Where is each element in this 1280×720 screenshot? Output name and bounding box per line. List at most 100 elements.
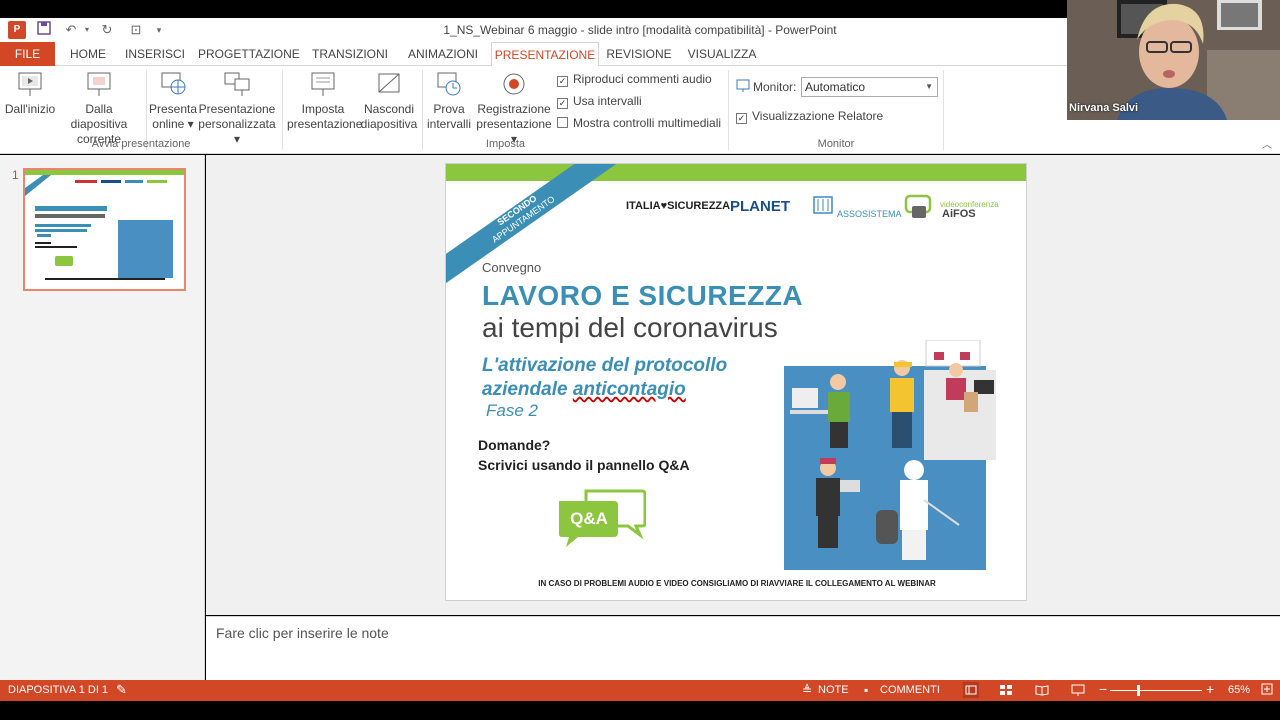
dalla-diapositiva-corrente-button[interactable]: Dalla diapositiva corrente [57, 70, 141, 147]
tab-inserisci[interactable]: INSERISCI [124, 42, 186, 66]
presenta-online-button[interactable]: Presenta online ▾ [148, 70, 198, 132]
slide-canvas[interactable]: SECONDO APPUNTAMENTO ITALIA♥SICUREZZA PL… [445, 163, 1027, 601]
mostra-controlli-checkbox[interactable]: Mostra controlli multimediali [557, 116, 721, 132]
qa-speech-bubble: Q&A [556, 489, 647, 551]
imposta-label-2: presentazione [287, 117, 363, 131]
slide-thumbnail-pane: 1 [0, 155, 205, 680]
redo-icon[interactable]: ↻ [98, 21, 116, 39]
workers-illustration [784, 339, 1004, 570]
ribbon-separator [282, 70, 283, 150]
present-online-icon [161, 72, 186, 95]
slide-footer-notice: IN CASO DI PROBLEMI AUDIO E VIDEO CONSIG… [538, 579, 936, 588]
relatore-label: Visualizzazione Relatore [752, 109, 884, 123]
registrazione-presentazione-button[interactable]: Registrazione presentazione ▾ [474, 70, 554, 147]
slide-title: LAVORO E SICUREZZA [482, 280, 804, 311]
group-avvia-presentazione: Avvia presentazione [91, 138, 191, 150]
prova-label-2: intervalli [426, 117, 471, 131]
tab-transizioni[interactable]: TRANSIZIONI [308, 42, 392, 66]
aifos-emblem-icon [904, 194, 932, 218]
presentazione-personalizzata-button[interactable]: Presentazione personalizzata ▾ [197, 70, 277, 147]
spell-check-icon[interactable]: ✎ [116, 682, 127, 698]
zoom-level[interactable]: 65% [1228, 684, 1250, 696]
mostra-controlli-label: Mostra controlli multimediali [573, 116, 722, 130]
save-icon[interactable] [35, 21, 53, 39]
protocol-line-2b: anticontagio [572, 379, 686, 400]
riproduci-commenti-audio-checkbox[interactable]: ✓ Riproduci commenti audio [557, 72, 712, 88]
checkbox-checked-icon: ✓ [557, 98, 568, 109]
zoom-out-icon[interactable]: − [1099, 681, 1107, 697]
presenta-online-label-1: Presenta [148, 102, 198, 116]
slide-questions-heading: Domande? [478, 437, 551, 453]
tab-home[interactable]: HOME [62, 42, 114, 66]
prova-label-1: Prova [433, 102, 465, 116]
prova-intervalli-button[interactable]: Prova intervalli [424, 70, 474, 132]
logo-aifos: AiFOS [942, 208, 976, 220]
notes-toggle-button[interactable]: NOTE [818, 684, 849, 696]
usa-intervalli-checkbox[interactable]: ✓ Usa intervalli [557, 94, 642, 110]
checkbox-unchecked-icon [557, 117, 568, 128]
start-from-beginning-icon[interactable]: ⊡ [127, 21, 145, 39]
slide-sorter-view-icon[interactable] [998, 682, 1014, 701]
personalizzata-label-1: Presentazione [198, 102, 276, 116]
start-from-current-slide-icon [87, 72, 111, 96]
visualizzazione-relatore-checkbox[interactable]: ✓ Visualizzazione Relatore [736, 109, 883, 125]
slide-number: 1 [12, 168, 19, 182]
commenti-audio-label: Riproduci commenti audio [573, 72, 712, 86]
slide-protocol-line-1: L'attivazione del protocollo [482, 355, 728, 376]
bottom-black-strip [0, 701, 1280, 720]
logo-italia-sicurezza: ITALIA♥SICUREZZA [626, 200, 731, 212]
slide-thumbnail[interactable] [23, 168, 186, 291]
tab-animazioni[interactable]: ANIMAZIONI [402, 42, 484, 66]
registrazione-label-1: Registrazione [477, 102, 551, 116]
tab-visualizza[interactable]: VISUALIZZA [683, 42, 761, 66]
slide-green-bar [446, 164, 1026, 181]
monitor-icon [736, 79, 750, 92]
ribbon-separator [728, 70, 729, 150]
status-bar: DIAPOSITIVA 1 DI 1 ✎ ≜ NOTE ▪ COMMENTI −… [0, 680, 1280, 701]
record-slide-show-icon [503, 73, 525, 95]
set-up-slide-show-icon [311, 72, 335, 96]
dall-inizio-button[interactable]: Dall'inizio [4, 70, 56, 117]
comments-toggle-button[interactable]: COMMENTI [880, 684, 940, 696]
customize-qat-icon[interactable]: ▾ [150, 21, 168, 39]
presenta-online-label-2: online ▾ [152, 117, 194, 131]
slide-show-view-icon[interactable] [1070, 682, 1086, 701]
assosistema-emblem-icon [813, 196, 833, 214]
notes-placeholder: Fare clic per inserire le note [216, 625, 389, 641]
group-monitor: Monitor [817, 138, 855, 150]
undo-dropdown-icon[interactable]: ▾ [78, 21, 96, 39]
rehearse-timings-icon [437, 72, 461, 96]
workers-illustration-icon [784, 339, 996, 570]
fit-to-window-icon[interactable] [1260, 682, 1274, 699]
nascondi-diapositiva-button[interactable]: Nascondi diapositiva [360, 70, 418, 132]
comments-icon[interactable]: ▪ [864, 683, 868, 697]
normal-view-icon[interactable] [963, 682, 979, 698]
tab-presentazione[interactable]: PRESENTAZIONE [491, 42, 599, 67]
notes-toggle-icon[interactable]: ≜ [802, 683, 812, 697]
zoom-slider-thumb[interactable] [1137, 685, 1140, 696]
notes-pane[interactable]: Fare clic per inserire le note [206, 616, 1280, 680]
slide-subtitle: ai tempi del coronavirus [482, 312, 778, 343]
tab-progettazione[interactable]: PROGETTAZIONE [198, 42, 300, 66]
protocol-line-2a: aziendale [482, 379, 573, 400]
imposta-label-1: Imposta [301, 102, 345, 116]
imposta-presentazione-button[interactable]: Imposta presentazione [287, 70, 363, 132]
window-title: 1_NS_Webinar 6 maggio - slide intro [mod… [443, 23, 837, 37]
monitor-select-value: Automatico [805, 80, 866, 94]
monitor-label: Monitor: [753, 80, 797, 94]
slide-fase: Fase 2 [486, 401, 538, 420]
monitor-select[interactable]: Automatico ▼ [801, 77, 938, 97]
tab-file[interactable]: FILE [0, 42, 55, 66]
qa-label: Q&A [570, 509, 608, 528]
slide-thumbnail-preview-icon [25, 170, 184, 280]
webcam-participant-name: Nirvana Salvi [1069, 102, 1139, 114]
zoom-in-icon[interactable]: + [1206, 681, 1214, 697]
hide-slide-icon [378, 73, 400, 93]
nascondi-label-1: Nascondi [363, 102, 415, 116]
collapse-ribbon-icon[interactable]: ︿ [1262, 136, 1272, 151]
webcam-overlay: Nirvana Salvi [1067, 0, 1280, 120]
zoom-slider[interactable] [1110, 690, 1202, 691]
tab-revisione[interactable]: REVISIONE [605, 42, 673, 66]
slide-editing-area: SECONDO APPUNTAMENTO ITALIA♥SICUREZZA PL… [206, 155, 1280, 615]
reading-view-icon[interactable] [1034, 682, 1050, 701]
